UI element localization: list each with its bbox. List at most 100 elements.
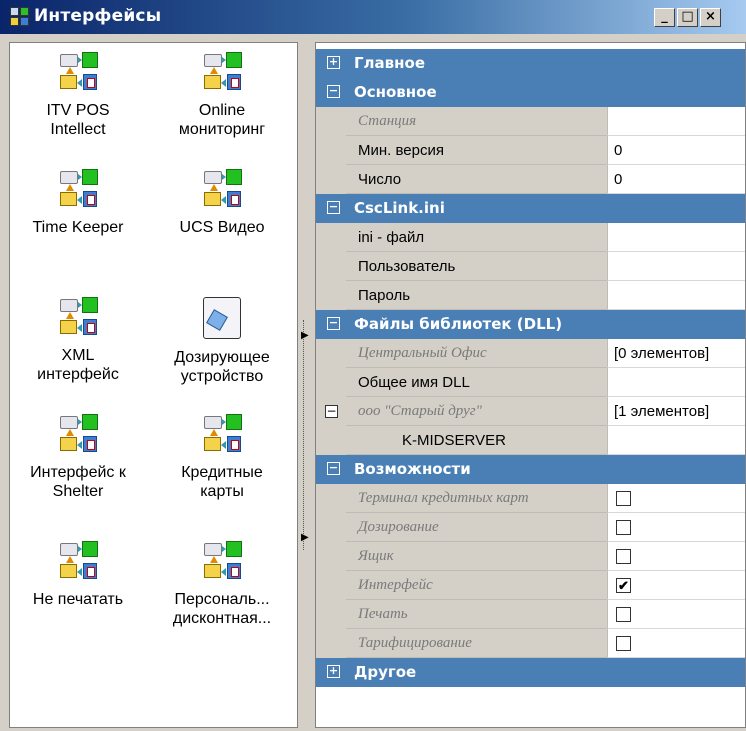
title-bar[interactable]: Интерфейсы _ □ ×	[0, 0, 746, 34]
property-value[interactable]: 0	[607, 136, 745, 165]
property-value[interactable]	[607, 107, 745, 136]
interface-item-label: Дозирующее устройство	[174, 349, 270, 385]
splitter-arrow-icon[interactable]: ▶	[301, 330, 309, 341]
collapse-icon[interactable]: −	[327, 462, 340, 475]
property-value[interactable]: [1 элементов]	[607, 397, 745, 426]
property-checkbox-cell[interactable]	[607, 484, 745, 513]
property-checkbox-cell[interactable]	[607, 542, 745, 571]
property-name: Ящик	[346, 542, 607, 571]
app-icon	[10, 7, 30, 27]
category-row[interactable]: + Главное	[316, 49, 745, 78]
property-name: ini - файл	[346, 223, 607, 252]
expand-icon[interactable]: +	[327, 56, 340, 69]
splitter-grip[interactable]	[303, 320, 311, 550]
property-checkbox[interactable]	[616, 491, 631, 506]
row-gutter	[316, 542, 346, 571]
collapse-icon[interactable]: −	[327, 317, 340, 330]
category-row[interactable]: − Основное	[316, 78, 745, 107]
checkbox-property-row[interactable]: Интерфейс ✔	[316, 571, 745, 600]
property-name: Общее имя DLL	[346, 368, 607, 397]
property-checkbox[interactable]	[616, 520, 631, 535]
interface-module-icon	[56, 51, 100, 95]
checkbox-property-row[interactable]: Ящик	[316, 542, 745, 571]
row-gutter: −	[316, 397, 346, 426]
property-value[interactable]	[607, 426, 745, 455]
property-name: ооо "Старый друг"	[346, 397, 607, 426]
category-row[interactable]: − Возможности	[316, 455, 745, 484]
collapse-icon[interactable]: −	[325, 405, 338, 418]
interface-item[interactable]: ITV POS Intellect	[10, 51, 146, 139]
category-label: Возможности	[354, 460, 471, 478]
interface-module-icon	[200, 168, 244, 212]
interface-item[interactable]: XML интерфейс	[10, 296, 146, 384]
property-row[interactable]: Станция	[316, 107, 745, 136]
category-label: Главное	[354, 54, 426, 72]
checkbox-property-row[interactable]: Дозирование	[316, 513, 745, 542]
expand-icon[interactable]: +	[327, 665, 340, 678]
property-value[interactable]: 0	[607, 165, 745, 194]
interface-item[interactable]: Дозирующее устройство	[154, 296, 290, 386]
row-gutter	[316, 252, 346, 281]
interface-item-label: XML интерфейс	[37, 347, 119, 383]
property-grid[interactable]: + Главное − Основное Станция Мин. версия 0 Числ…	[315, 42, 746, 728]
property-row[interactable]: − ооо "Старый друг" [1 элементов]	[316, 397, 745, 426]
property-value[interactable]	[607, 223, 745, 252]
category-label: Файлы библиотек (DLL)	[354, 315, 563, 333]
category-label: Другое	[354, 663, 417, 681]
interfaces-list[interactable]: ITV POS Intellect Online мониторинг Time K…	[9, 42, 298, 728]
interface-item-label: Персональ... дисконтная...	[172, 591, 272, 627]
dosing-device-icon	[199, 296, 245, 342]
property-row[interactable]: ini - файл	[316, 223, 745, 252]
property-row[interactable]: Центральный Офис [0 элементов]	[316, 339, 745, 368]
property-row[interactable]: Число 0	[316, 165, 745, 194]
property-value[interactable]	[607, 281, 745, 310]
close-button[interactable]: ×	[700, 8, 721, 27]
minimize-button[interactable]: _	[654, 8, 675, 27]
property-row[interactable]: K-MIDSERVER	[316, 426, 745, 455]
property-row[interactable]: Общее имя DLL	[316, 368, 745, 397]
property-name: Число	[346, 165, 607, 194]
property-row[interactable]: Пользователь	[316, 252, 745, 281]
interface-item[interactable]: Online мониторинг	[154, 51, 290, 139]
category-row[interactable]: − CscLink.ini	[316, 194, 745, 223]
interface-item-label: Не печатать	[32, 591, 124, 608]
interface-item[interactable]: Time Keeper	[10, 168, 146, 237]
collapse-icon[interactable]: −	[327, 201, 340, 214]
property-checkbox-cell[interactable]	[607, 513, 745, 542]
maximize-button[interactable]: □	[677, 8, 698, 27]
checkbox-property-row[interactable]: Печать	[316, 600, 745, 629]
interface-item-label: Интерфейс к Shelter	[30, 464, 126, 500]
checkbox-property-row[interactable]: Терминал кредитных карт	[316, 484, 745, 513]
category-row[interactable]: + Другое	[316, 658, 745, 687]
checkbox-property-row[interactable]: Тарифицирование	[316, 629, 745, 658]
interface-module-icon	[56, 168, 100, 212]
property-checkbox[interactable]: ✔	[616, 578, 631, 593]
interface-item-label: Time Keeper	[32, 219, 124, 236]
category-row[interactable]: − Файлы библиотек (DLL)	[316, 310, 745, 339]
property-checkbox-cell[interactable]	[607, 629, 745, 658]
row-gutter	[316, 223, 346, 252]
property-checkbox[interactable]	[616, 549, 631, 564]
property-checkbox-cell[interactable]	[607, 600, 745, 629]
property-checkbox-cell[interactable]: ✔	[607, 571, 745, 600]
interface-item[interactable]: Не печатать	[10, 540, 146, 609]
interface-item[interactable]: Интерфейс к Shelter	[10, 413, 146, 501]
property-value[interactable]: [0 элементов]	[607, 339, 745, 368]
interface-item[interactable]: Кредитные карты	[154, 413, 290, 501]
property-row[interactable]: Пароль	[316, 281, 745, 310]
property-checkbox[interactable]	[616, 607, 631, 622]
row-gutter	[316, 513, 346, 542]
property-name: Мин. версия	[346, 136, 607, 165]
property-value[interactable]	[607, 368, 745, 397]
property-name: Центральный Офис	[346, 339, 607, 368]
property-row[interactable]: Мин. версия 0	[316, 136, 745, 165]
property-value[interactable]	[607, 252, 745, 281]
collapse-icon[interactable]: −	[327, 85, 340, 98]
interface-item[interactable]: Персональ... дисконтная...	[154, 540, 290, 628]
interface-item[interactable]: UCS Видео	[154, 168, 290, 237]
property-checkbox[interactable]	[616, 636, 631, 651]
row-gutter	[316, 484, 346, 513]
splitter-arrow-icon[interactable]: ▶	[301, 532, 309, 543]
interface-module-icon	[200, 540, 244, 584]
property-name: K-MIDSERVER	[346, 426, 607, 455]
